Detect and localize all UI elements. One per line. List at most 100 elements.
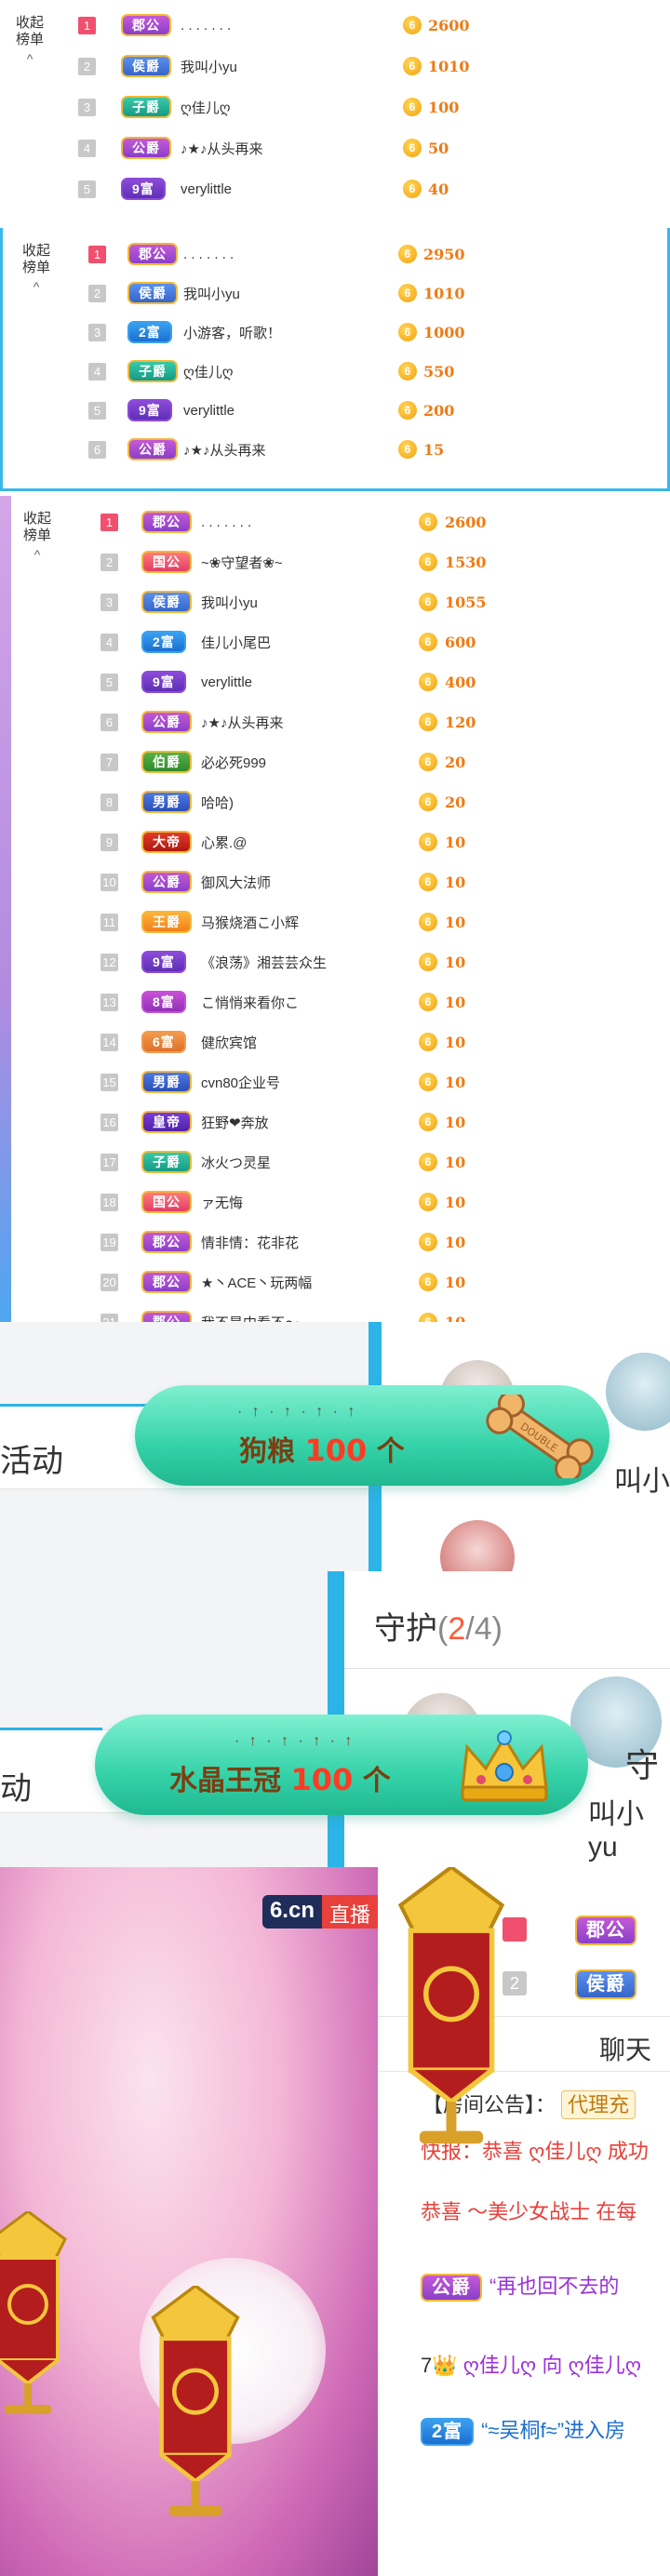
ranking-row[interactable]: 19 郡公 情非情：花非花 6 10 [0, 1228, 670, 1256]
user-name-fragment: 叫小 [614, 1466, 670, 1497]
coin-icon: 6 [419, 753, 437, 771]
ranking-row[interactable]: 20 郡公 ★丶ACE丶玩两幅 6 10 [0, 1268, 670, 1296]
coin-icon: 6 [419, 953, 437, 971]
live-tag: 直播 [321, 1895, 378, 1929]
user-nickname[interactable]: . . . . . . . [183, 247, 234, 262]
ranking-row[interactable]: 17 子爵 冰火つ灵星 6 10 [0, 1148, 670, 1176]
ranking-row[interactable]: 5 9富 verylittle 6 200 [3, 396, 667, 424]
ranking-row[interactable]: 10 公爵 御风大法师 6 10 [0, 868, 670, 896]
contribution-amount: 10 [445, 1033, 466, 1051]
rank-badge: 郡公 [141, 1231, 192, 1253]
ranking-row[interactable]: 4 2富 佳儿小尾巴 6 600 [0, 628, 670, 656]
ranking-row[interactable]: 8 男爵 哈哈) 6 20 [0, 788, 670, 816]
ranking-row[interactable]: 1 郡公 . . . . . . . 6 2600 [0, 508, 670, 536]
ranking-row[interactable]: 2 侯爵 我叫小yu 6 1010 [0, 52, 670, 80]
coin-icon: 6 [403, 16, 422, 34]
user-nickname[interactable]: 健欣宾馆 [201, 1033, 257, 1052]
ranking-row[interactable]: 18 国公 ァ无悔 6 10 [0, 1188, 670, 1216]
user-nickname[interactable]: 御风大法师 [201, 873, 271, 892]
ranking-row[interactable]: 12 9富 《浪荡》湘芸芸众生 6 10 [0, 948, 670, 976]
user-nickname[interactable]: 心累.@ [201, 833, 247, 852]
rank-badge: 9富 [121, 178, 166, 200]
user-nickname[interactable]: 佳儿小尾巴 [201, 633, 271, 652]
contribution-amount: 1010 [423, 284, 465, 302]
ranking-row[interactable]: 11 王爵 马猴烧酒こ小辉 6 10 [0, 908, 670, 936]
user-nickname[interactable]: ァ无悔 [201, 1193, 243, 1212]
rank-badge: 9富 [141, 951, 186, 973]
ranking-row[interactable]: 2 国公 ~❀守望者❀~ 6 1530 [0, 548, 670, 576]
user-nickname[interactable]: 必必死999 [201, 753, 266, 772]
announcement-value[interactable]: 代理充 [561, 2090, 636, 2119]
user-nickname[interactable]: 冰火つ灵星 [201, 1153, 271, 1172]
user-nickname[interactable]: ♪★♪从头再来 [183, 440, 265, 460]
user-nickname[interactable]: ღ佳儿ღ [181, 98, 231, 117]
user-nickname[interactable]: 情非情：花非花 [201, 1233, 299, 1252]
chat-message[interactable]: 公爵 “再也回不去的 [421, 2270, 619, 2302]
user-nickname[interactable]: 哈哈) [201, 793, 234, 812]
user-nickname[interactable]: 我叫小yu [181, 57, 237, 76]
contribution-amount: 50 [428, 139, 449, 157]
coin-icon: 6 [419, 1313, 437, 1322]
coin-icon: 6 [419, 673, 437, 691]
ranking-row[interactable]: 13 8富 こ悄悄来看你こ 6 10 [0, 988, 670, 1016]
stream-logo: 6.cn 直播 [261, 1895, 378, 1929]
user-nickname[interactable]: . . . . . . . [201, 514, 251, 530]
ranking-row[interactable]: 3 2富 小游客，听歌！ 6 1000 [3, 318, 667, 346]
ranking-row[interactable]: 4 子爵 ღ佳儿ღ 6 550 [3, 357, 667, 385]
ranking-row[interactable]: 3 侯爵 我叫小yu 6 1055 [0, 588, 670, 616]
video-stream[interactable]: 6.cn 直播 [0, 1867, 378, 2576]
ranking-row[interactable]: 15 男爵 cvn80企业号 6 10 [0, 1068, 670, 1096]
user-nickname[interactable]: 我叫小yu [183, 284, 240, 303]
contribution-amount: 10 [445, 913, 466, 931]
ranking-row[interactable]: 21 郡公我不是中看不～ 6 10 [0, 1308, 670, 1322]
user-nickname[interactable]: こ悄悄来看你こ [201, 993, 299, 1012]
ranking-row[interactable]: 6 公爵 ♪★♪从头再来 6 15 [3, 435, 667, 463]
rank-badge: 9富 [141, 671, 186, 693]
user-nickname[interactable]: . . . . . . . [181, 18, 231, 33]
ranking-row[interactable]: 3 子爵 ღ佳儿ღ 6 100 [0, 93, 670, 121]
ranking-row[interactable]: 14 6富 健欣宾馆 6 10 [0, 1028, 670, 1056]
activity-tab-label[interactable]: 动 [0, 1763, 32, 1809]
chat-message[interactable]: 2富 “≈吴桐f≈”进入房 [421, 2414, 625, 2446]
ranking-row[interactable]: 9 大帝 心累.@ 6 10 [0, 828, 670, 856]
user-nickname[interactable]: 狂野❤奔放 [201, 1113, 269, 1132]
user-nickname[interactable]: ♪★♪从头再来 [201, 713, 283, 732]
user-nickname[interactable]: 我叫小yu [201, 593, 258, 612]
activity-tab-label[interactable]: 活动 [0, 1435, 63, 1481]
ranking-row[interactable]: 5 9富 verylittle 6 40 [0, 175, 670, 203]
contribution-amount: 200 [423, 401, 455, 420]
chat-message[interactable]: 7👑 ღ佳儿ღ 向 ღ佳儿ღ [421, 2349, 641, 2379]
user-nickname[interactable]: 马猴烧酒こ小辉 [201, 913, 299, 932]
ranking-row[interactable]: 6 公爵 ♪★♪从头再来 6 120 [0, 708, 670, 736]
rank-badge: 子爵 [127, 360, 178, 382]
chat-message-text: “再也回不去的 [489, 2275, 620, 2298]
user-nickname[interactable]: cvn80企业号 [201, 1073, 280, 1092]
ranking-row[interactable]: 2 侯爵 我叫小yu 6 1010 [3, 279, 667, 307]
ranking-row[interactable]: 5 9富 verylittle 6 400 [0, 668, 670, 696]
rank-number: 15 [100, 1073, 118, 1091]
tab-underline [0, 1728, 102, 1730]
rank-number: 19 [100, 1233, 118, 1251]
tab-chat[interactable]: 聊天 [599, 2030, 651, 2067]
ranking-row[interactable]: 4 公爵 ♪★♪从头再来 6 50 [0, 134, 670, 162]
rank-badge: 8富 [141, 991, 186, 1013]
user-nickname[interactable]: 小游客，听歌！ [183, 323, 281, 342]
ranking-row[interactable]: 1 郡公 . . . . . . . 6 2600 [0, 11, 670, 39]
user-nickname[interactable]: ღ佳儿ღ [183, 362, 234, 381]
ranking-row[interactable]: 1 郡公 . . . . . . . 6 2950 [3, 240, 667, 268]
user-nickname[interactable]: ♪★♪从头再来 [181, 139, 262, 158]
rank-badge: 2富 [127, 321, 172, 343]
user-nickname[interactable]: ~❀守望者❀~ [201, 553, 283, 572]
user-nickname[interactable]: ★丶ACE丶玩两幅 [201, 1273, 312, 1292]
user-nickname[interactable]: 我不是中看不～ [201, 1313, 299, 1323]
user-nickname[interactable]: 《浪荡》湘芸芸众生 [201, 953, 327, 972]
user-nickname[interactable]: verylittle [183, 403, 234, 419]
ranking-row[interactable]: 16 皇帝 狂野❤奔放 6 10 [0, 1108, 670, 1136]
ranking-row[interactable]: 7 伯爵 必必死999 6 20 [0, 748, 670, 776]
chat-message[interactable]: 恭喜 ～美少女战士 在每 [421, 2196, 636, 2225]
coin-icon: 6 [398, 323, 417, 341]
user-nickname[interactable]: verylittle [201, 674, 252, 690]
rank-number: 13 [100, 993, 118, 1011]
rank-badge: 男爵 [141, 1071, 192, 1093]
user-nickname[interactable]: verylittle [181, 181, 232, 197]
